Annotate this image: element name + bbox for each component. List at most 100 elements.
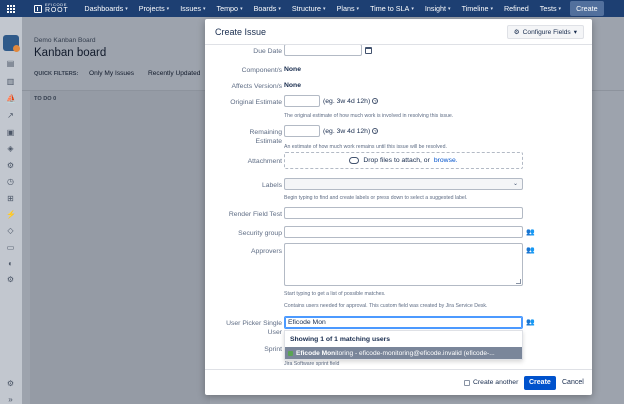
notification-badge xyxy=(13,45,20,52)
security-group-label: Security group xyxy=(238,230,282,237)
configure-fields-button[interactable]: ⚙ Configure Fields ▾ xyxy=(506,25,584,39)
suggestions-heading: Showing 1 of 1 matching users xyxy=(290,336,391,343)
attachment-dropzone[interactable]: Drop files to attach, or browse. xyxy=(284,152,523,169)
column-header-todo: TO DO 0 xyxy=(34,96,57,102)
create-issue-dialog: Create Issue ⚙ Configure Fields ▾ Due Da… xyxy=(205,19,592,395)
chevron-down-icon: ▾ xyxy=(411,5,414,12)
upload-cloud-icon xyxy=(349,157,360,164)
chevron-down-icon: ▾ xyxy=(240,5,243,12)
remaining-estimate-input[interactable] xyxy=(284,125,320,137)
eficode-root-logo[interactable]: EFICODE ROOT xyxy=(34,3,68,14)
browse-link[interactable]: browse. xyxy=(434,157,458,164)
create-another-checkbox[interactable] xyxy=(464,380,470,386)
user-picker-icon[interactable]: 👥 xyxy=(526,247,535,254)
nav-time-to-sla[interactable]: Time to SLA ▾ xyxy=(370,4,414,13)
project-settings-icon[interactable]: ⚙ xyxy=(6,379,15,388)
user-avatar xyxy=(288,350,293,356)
affects-version-label: Affects Version/s xyxy=(231,83,283,90)
pages-icon[interactable]: ▭ xyxy=(6,243,15,252)
suggestion-rest: itoring - eficode-monitoring@eficode.inv… xyxy=(335,349,495,357)
reports-icon[interactable]: ↗ xyxy=(6,111,15,120)
attachment-text: Drop files to attach, or xyxy=(363,157,430,164)
chevron-down-icon: ▾ xyxy=(573,29,577,36)
user-picker-icon[interactable]: 👥 xyxy=(526,319,535,326)
breadcrumb[interactable]: Demo Kanban Board xyxy=(34,37,96,44)
nav-tempo[interactable]: Tempo ▾ xyxy=(216,4,242,13)
submit-create-button[interactable]: Create xyxy=(524,376,556,390)
user-picker-icon[interactable]: 👥 xyxy=(526,229,535,236)
logo-line-2: ROOT xyxy=(45,7,69,14)
help-icon[interactable]: ? xyxy=(372,128,379,135)
nav-issues[interactable]: Issues ▾ xyxy=(180,4,205,13)
board-icon[interactable]: ▥ xyxy=(6,77,15,86)
dialog-body: Due Date Component/s None Affects Versio… xyxy=(205,45,592,369)
help-icon[interactable]: ? xyxy=(372,98,379,105)
due-date-input[interactable] xyxy=(284,45,362,56)
sprint-label: Sprint xyxy=(264,346,282,353)
original-estimate-input[interactable] xyxy=(284,95,320,107)
tag-icon[interactable]: ◇ xyxy=(6,226,15,235)
bolt-icon[interactable]: ⚡ xyxy=(6,210,16,219)
dialog-title: Create Issue xyxy=(215,27,267,37)
settings-icon[interactable]: ⚙ xyxy=(6,275,15,284)
remaining-estimate-format: (eg. 3w 4d 12h)? xyxy=(323,128,379,135)
components-value: None xyxy=(284,66,301,73)
remaining-estimate-hint: An estimate of how much work remains unt… xyxy=(284,144,447,150)
resize-handle[interactable] xyxy=(516,279,521,284)
components-icon[interactable]: ◈ xyxy=(6,144,15,153)
expand-sidebar-icon[interactable]: » xyxy=(6,395,15,404)
app-switcher-icon[interactable] xyxy=(0,0,22,17)
clock-icon[interactable]: ◷ xyxy=(6,177,15,186)
nav-boards[interactable]: Boards ▾ xyxy=(254,4,281,13)
suggestion-match: Eficode Mon xyxy=(296,349,336,357)
nav-timeline[interactable]: Timeline ▾ xyxy=(462,4,493,13)
nav-dashboards[interactable]: Dashboards ▾ xyxy=(84,4,127,13)
approvers-textarea[interactable] xyxy=(284,243,523,286)
nav-plans[interactable]: Plans ▾ xyxy=(337,4,360,13)
filter-recently-updated[interactable]: Recently Updated xyxy=(148,70,200,77)
suggestion-item[interactable]: Eficode Monitoring - eficode-monitoring@… xyxy=(285,347,522,359)
sprint-hint: Jira Software sprint field xyxy=(284,361,340,367)
structure-icon[interactable]: ⊞ xyxy=(6,194,15,203)
components-label: Component/s xyxy=(241,67,282,74)
logo-icon xyxy=(34,4,42,13)
nav-structure[interactable]: Structure ▾ xyxy=(292,4,326,13)
chevron-down-icon: ▾ xyxy=(202,5,206,12)
board-title: Kanban board xyxy=(34,47,107,59)
original-estimate-label: Original Estimate xyxy=(230,99,282,106)
labels-hint: Begin typing to find and create labels o… xyxy=(284,195,468,201)
chevron-down-icon: ⌄ xyxy=(512,181,518,187)
attachment-label: Attachment xyxy=(247,158,282,165)
nav-insight[interactable]: Insight ▾ xyxy=(425,4,451,13)
security-group-input[interactable] xyxy=(284,226,523,238)
chevron-down-icon: ▾ xyxy=(278,5,281,12)
calendar-icon[interactable] xyxy=(365,47,372,54)
shortcuts-icon[interactable]: ◐ xyxy=(6,259,15,268)
nav-tests[interactable]: Tests ▾ xyxy=(540,4,561,13)
approvers-label: Approvers xyxy=(251,248,282,255)
filter-only-my-issues[interactable]: Only My Issues xyxy=(89,70,134,77)
releases-icon[interactable]: ⛵ xyxy=(6,94,16,103)
cancel-button[interactable]: Cancel xyxy=(562,379,584,386)
nav-refined[interactable]: Refined xyxy=(504,4,529,13)
approvers-hint: Start typing to get a list of possible m… xyxy=(284,291,386,297)
create-button[interactable]: Create xyxy=(570,1,604,16)
tests-icon[interactable]: ⚙ xyxy=(6,161,15,170)
create-another-label[interactable]: Create another xyxy=(473,379,518,386)
user-picker-input[interactable]: Eficode Mon xyxy=(284,316,523,329)
backlog-icon[interactable]: ▤ xyxy=(6,59,15,68)
chevron-down-icon: ▾ xyxy=(125,5,128,12)
chevron-down-icon: ▾ xyxy=(166,5,170,12)
chevron-down-icon: ▾ xyxy=(448,5,451,12)
dialog-header: Create Issue ⚙ Configure Fields ▾ xyxy=(205,19,592,45)
approvers-custom-field-hint: Contains users needed for approval. This… xyxy=(284,303,488,309)
dialog-footer: Create another Create Cancel xyxy=(205,369,592,395)
todo-column xyxy=(30,91,210,404)
chevron-down-icon: ▾ xyxy=(490,5,493,12)
issues-icon[interactable]: ▣ xyxy=(6,128,15,137)
original-estimate-hint: The original estimate of how much work i… xyxy=(284,113,454,119)
nav-projects[interactable]: Projects ▾ xyxy=(139,4,169,13)
labels-select[interactable]: ⌄ xyxy=(284,178,523,190)
affects-version-value: None xyxy=(284,82,301,89)
render-field-input[interactable] xyxy=(284,207,523,219)
